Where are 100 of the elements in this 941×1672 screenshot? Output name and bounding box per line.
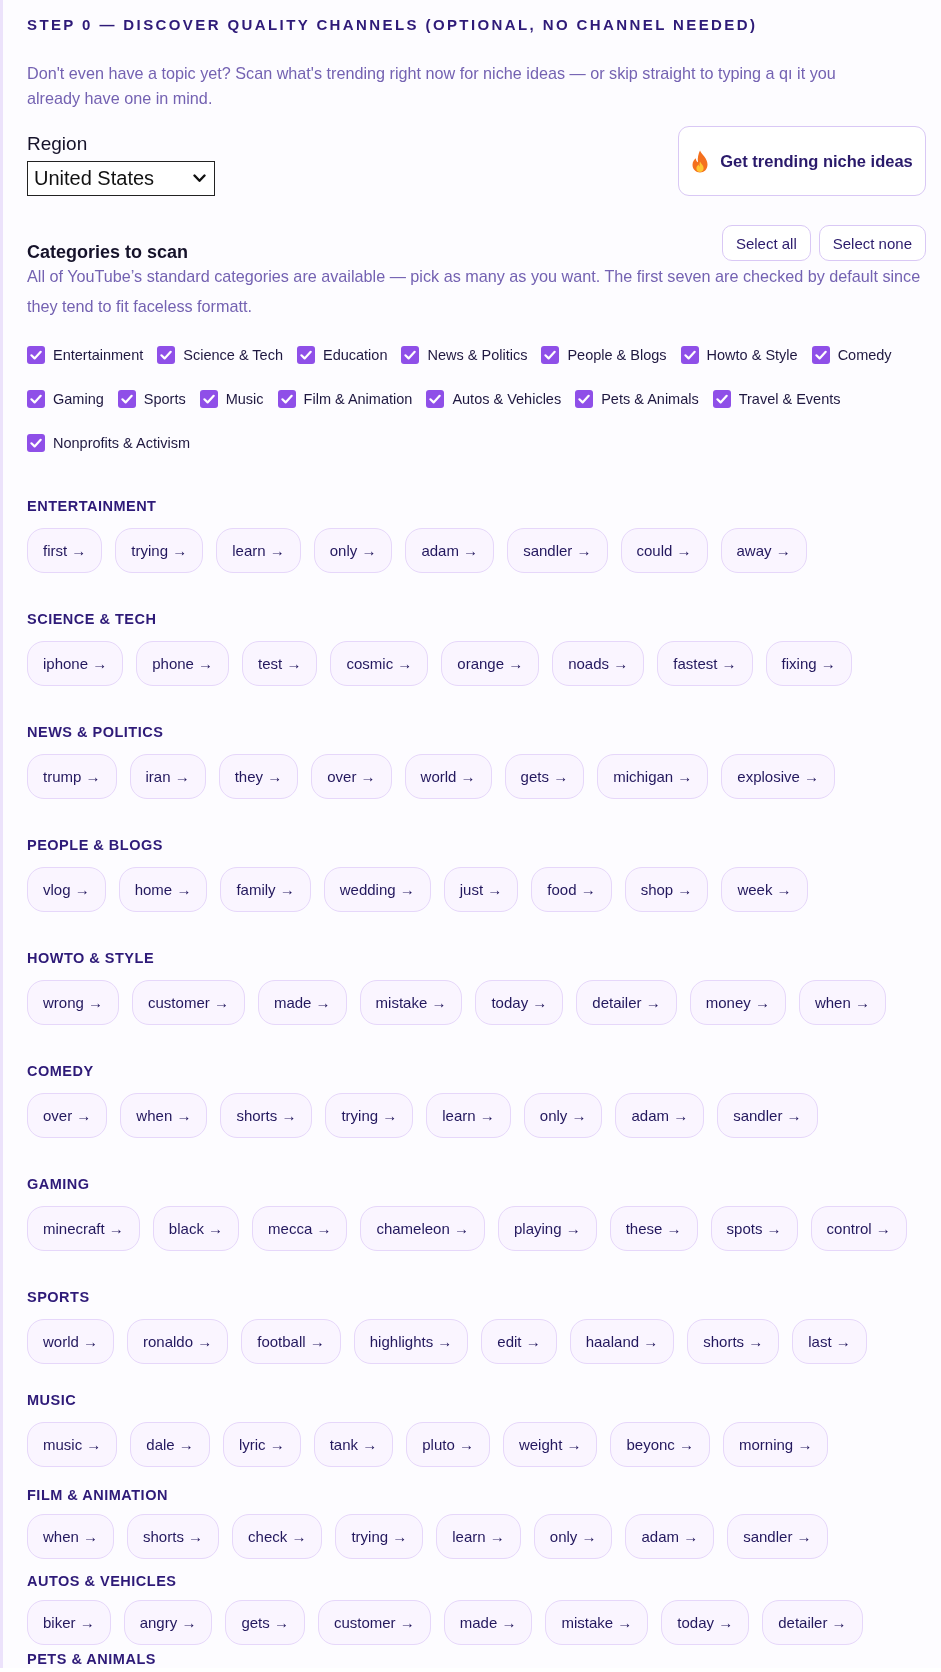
- topic-chip[interactable]: wrong →: [27, 980, 120, 1025]
- topic-chip[interactable]: could →: [620, 528, 708, 573]
- topic-chip[interactable]: detailer →: [762, 1600, 863, 1645]
- topic-chip[interactable]: test →: [242, 641, 318, 686]
- topic-chip[interactable]: fixing →: [765, 641, 852, 686]
- topic-chip[interactable]: orange →: [441, 641, 540, 686]
- topic-chip[interactable]: these →: [609, 1206, 698, 1251]
- topic-chip[interactable]: customer →: [132, 980, 245, 1025]
- topic-chip[interactable]: learn →: [426, 1093, 511, 1138]
- checkbox[interactable]: [426, 390, 445, 408]
- topic-chip[interactable]: dale →: [130, 1422, 210, 1467]
- topic-chip[interactable]: playing →: [497, 1206, 597, 1251]
- topic-chip[interactable]: lyric →: [222, 1422, 301, 1467]
- topic-chip[interactable]: mecca →: [252, 1206, 348, 1251]
- topic-chip[interactable]: mistake →: [545, 1600, 649, 1645]
- checkbox[interactable]: [811, 346, 830, 364]
- checkbox[interactable]: [117, 390, 136, 408]
- topic-chip[interactable]: today →: [475, 980, 564, 1025]
- topic-chip[interactable]: michigan →: [597, 754, 709, 799]
- topic-chip[interactable]: minecraft →: [27, 1206, 140, 1251]
- topic-chip[interactable]: when →: [27, 1514, 115, 1559]
- trending-ideas-button[interactable]: Get trending niche ideas: [678, 126, 926, 196]
- checkbox[interactable]: [277, 390, 296, 408]
- topic-chip[interactable]: ronaldo →: [127, 1319, 229, 1364]
- topic-chip[interactable]: tank →: [313, 1422, 394, 1467]
- topic-chip[interactable]: made →: [443, 1600, 533, 1645]
- topic-chip[interactable]: away →: [720, 528, 807, 573]
- topic-chip[interactable]: detailer →: [576, 980, 677, 1025]
- topic-chip[interactable]: vlog →: [27, 867, 106, 912]
- topic-chip[interactable]: edit →: [481, 1319, 557, 1364]
- topic-chip[interactable]: spots →: [710, 1206, 798, 1251]
- topic-chip[interactable]: world →: [404, 754, 492, 799]
- topic-chip[interactable]: explosive →: [721, 754, 836, 799]
- topic-chip[interactable]: only →: [313, 528, 393, 573]
- topic-chip[interactable]: control →: [810, 1206, 907, 1251]
- topic-chip[interactable]: week →: [721, 867, 808, 912]
- topic-chip[interactable]: customer →: [317, 1600, 431, 1645]
- topic-chip[interactable]: food →: [531, 867, 612, 912]
- checkbox[interactable]: [541, 346, 560, 364]
- topic-chip[interactable]: learn →: [436, 1514, 521, 1559]
- topic-chip[interactable]: pluto →: [406, 1422, 490, 1467]
- checkbox[interactable]: [401, 346, 420, 364]
- checkbox[interactable]: [199, 390, 218, 408]
- topic-chip[interactable]: chameleon →: [360, 1206, 485, 1251]
- topic-chip[interactable]: over →: [27, 1093, 108, 1138]
- checkbox[interactable]: [712, 390, 731, 408]
- topic-chip[interactable]: morning →: [723, 1422, 829, 1467]
- topic-chip[interactable]: adam →: [615, 1093, 705, 1138]
- topic-chip[interactable]: just →: [443, 867, 519, 912]
- checkbox[interactable]: [296, 346, 315, 364]
- topic-chip[interactable]: iphone →: [27, 641, 124, 686]
- topic-chip[interactable]: sandler →: [507, 528, 608, 573]
- topic-chip[interactable]: mistake →: [359, 980, 463, 1025]
- topic-chip[interactable]: shorts →: [220, 1093, 313, 1138]
- checkbox[interactable]: [575, 390, 594, 408]
- topic-chip[interactable]: money →: [689, 980, 786, 1025]
- topic-chip[interactable]: beyonc →: [610, 1422, 710, 1467]
- topic-chip[interactable]: adam →: [405, 528, 495, 573]
- topic-chip[interactable]: angry →: [123, 1600, 213, 1645]
- topic-chip[interactable]: sandler →: [727, 1514, 828, 1559]
- topic-chip[interactable]: wedding →: [323, 867, 431, 912]
- select-none-button[interactable]: Select none: [818, 225, 926, 261]
- topic-chip[interactable]: family →: [220, 867, 311, 912]
- topic-chip[interactable]: over →: [311, 754, 392, 799]
- checkbox[interactable]: [27, 390, 45, 408]
- topic-chip[interactable]: shop →: [624, 867, 709, 912]
- topic-chip[interactable]: sandler →: [717, 1093, 818, 1138]
- topic-chip[interactable]: football →: [241, 1319, 341, 1364]
- topic-chip[interactable]: iran →: [129, 754, 206, 799]
- topic-chip[interactable]: gets →: [504, 754, 585, 799]
- topic-chip[interactable]: world →: [27, 1319, 114, 1364]
- topic-chip[interactable]: only →: [533, 1514, 613, 1559]
- topic-chip[interactable]: fastest →: [657, 641, 753, 686]
- topic-chip[interactable]: they →: [218, 754, 299, 799]
- topic-chip[interactable]: home →: [118, 867, 208, 912]
- checkbox[interactable]: [680, 346, 699, 364]
- topic-chip[interactable]: haaland →: [569, 1319, 675, 1364]
- topic-chip[interactable]: made →: [257, 980, 347, 1025]
- checkbox[interactable]: [157, 346, 176, 364]
- topic-chip[interactable]: only →: [523, 1093, 603, 1138]
- topic-chip[interactable]: trying →: [335, 1514, 424, 1559]
- region-select[interactable]: United States: [27, 161, 215, 196]
- topic-chip[interactable]: gets →: [225, 1600, 305, 1645]
- topic-chip[interactable]: black →: [152, 1206, 240, 1251]
- topic-chip[interactable]: trump →: [27, 754, 117, 799]
- topic-chip[interactable]: first →: [27, 528, 103, 573]
- checkbox[interactable]: [27, 346, 45, 364]
- topic-chip[interactable]: trying →: [115, 528, 204, 573]
- topic-chip[interactable]: check →: [232, 1514, 323, 1559]
- topic-chip[interactable]: phone →: [136, 641, 230, 686]
- topic-chip[interactable]: noads →: [552, 641, 645, 686]
- topic-chip[interactable]: highlights →: [353, 1319, 469, 1364]
- select-all-button[interactable]: Select all: [721, 225, 811, 261]
- topic-chip[interactable]: shorts →: [687, 1319, 780, 1364]
- topic-chip[interactable]: trying →: [325, 1093, 414, 1138]
- topic-chip[interactable]: adam →: [625, 1514, 715, 1559]
- topic-chip[interactable]: when →: [798, 980, 886, 1025]
- topic-chip[interactable]: shorts →: [127, 1514, 220, 1559]
- checkbox[interactable]: [27, 434, 45, 452]
- topic-chip[interactable]: when →: [120, 1093, 208, 1138]
